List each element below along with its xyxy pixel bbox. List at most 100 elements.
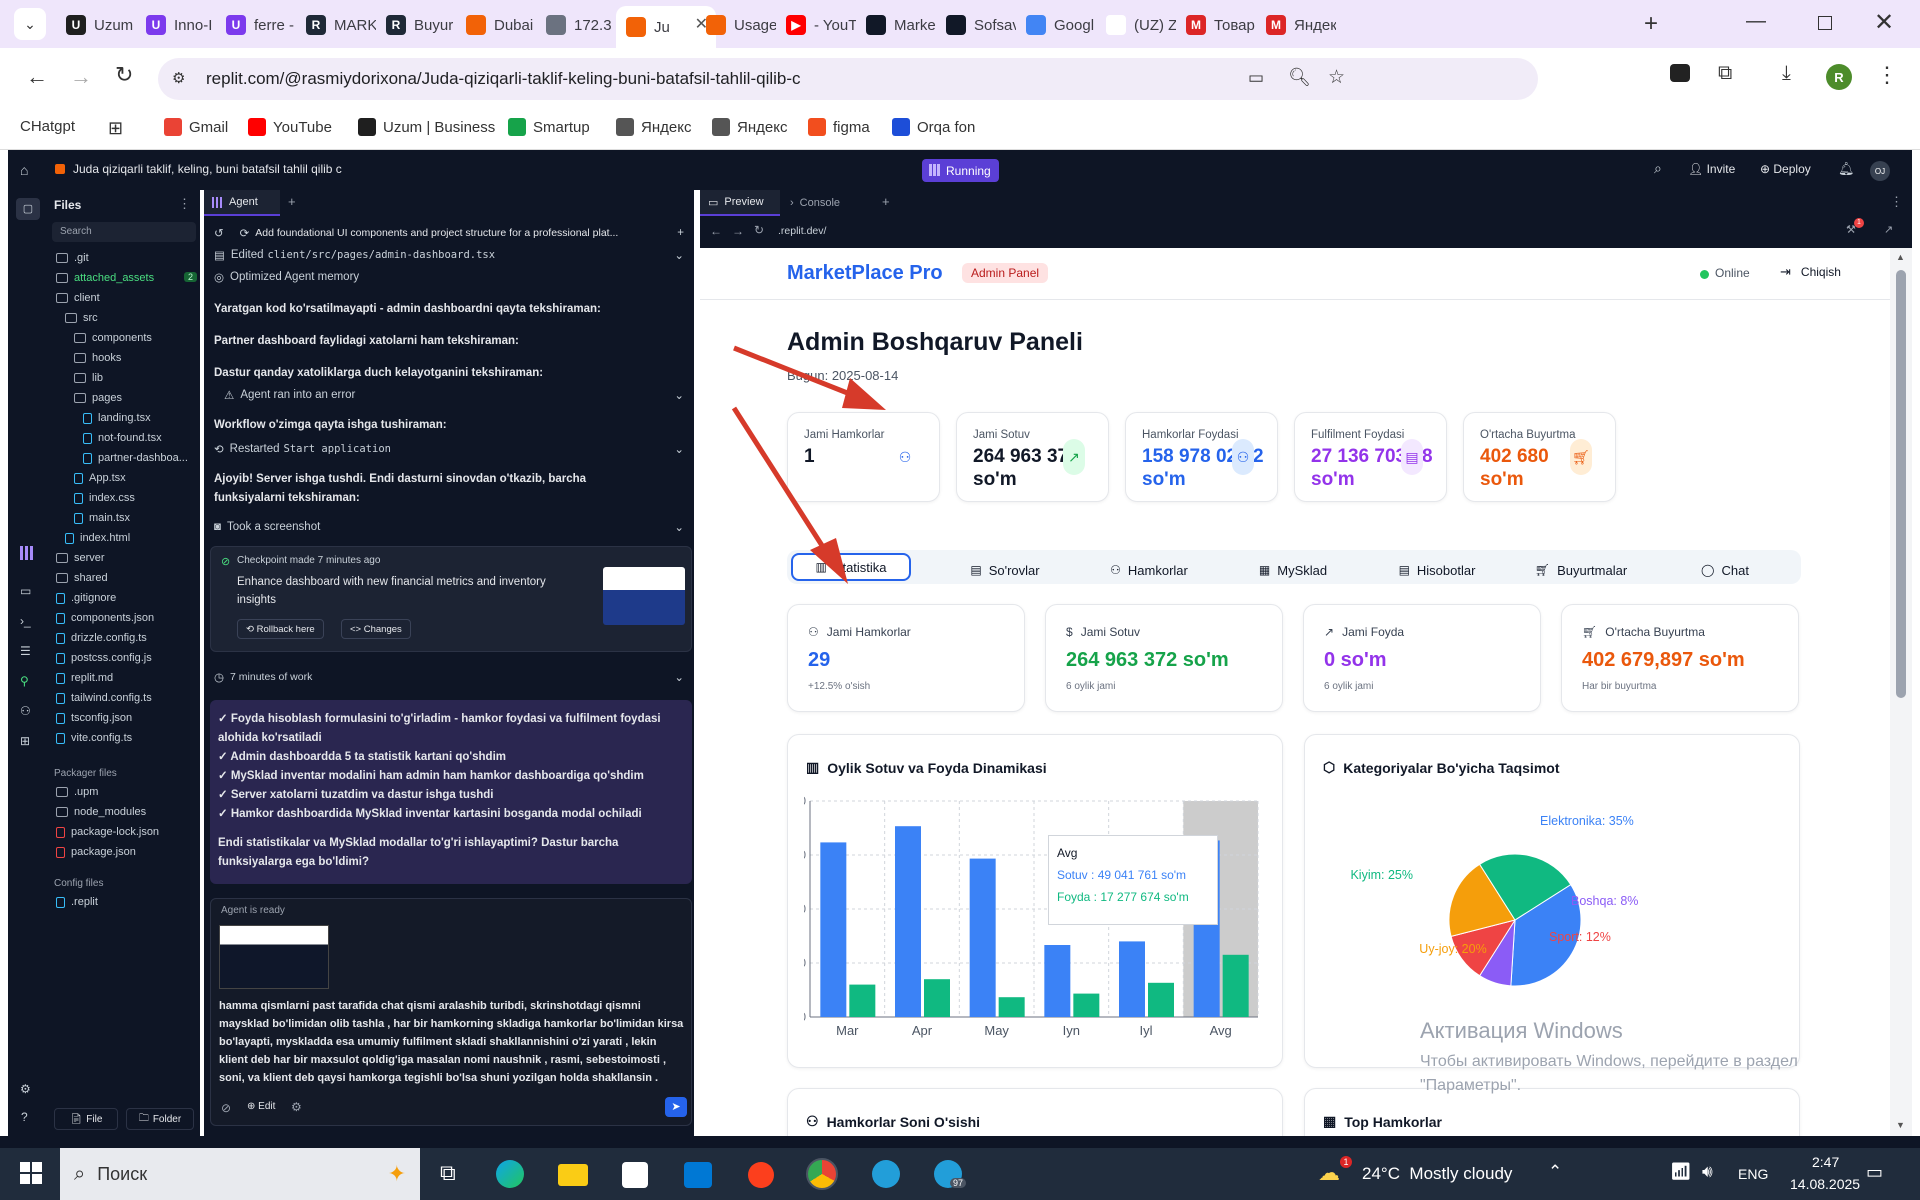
folder-item[interactable]: components <box>74 332 152 344</box>
checkpoint-thumbnail[interactable] <box>603 567 685 625</box>
folder-item[interactable]: attached_assets 2 <box>56 272 198 284</box>
folder-item[interactable]: lib <box>74 372 103 384</box>
tab-agent[interactable]: Agent <box>204 190 280 216</box>
file-item[interactable]: .replit <box>56 896 98 908</box>
search-icon[interactable]: ⌕ <box>1654 160 1662 177</box>
install-icon[interactable]: ▭ <box>1248 68 1264 88</box>
file-item[interactable]: index.html <box>65 532 130 544</box>
file-item[interactable]: index.css <box>74 492 135 504</box>
page-scrollbar[interactable]: ▲ ▼ <box>1890 248 1912 1136</box>
new-tab-button[interactable]: + <box>1644 10 1658 38</box>
clock-date[interactable]: 14.08.2025 <box>1790 1176 1860 1192</box>
back-icon[interactable]: ← <box>710 224 722 238</box>
browser-tab[interactable]: M Яндек <box>1256 8 1336 42</box>
file-item[interactable]: postcss.config.js <box>56 652 152 664</box>
tab-hamkorlar[interactable]: ⚇ Hamkorlar <box>1079 555 1219 585</box>
folder-item[interactable]: client <box>56 292 100 304</box>
file-item[interactable]: App.tsx <box>74 472 126 484</box>
repl-title[interactable]: Juda qiziqarli taklif, keling, buni bata… <box>73 162 342 176</box>
reload-icon[interactable]: ↻ <box>115 62 133 88</box>
zoom-icon[interactable]: 🔍︎ <box>1288 67 1311 88</box>
folder-item[interactable]: shared <box>56 572 108 584</box>
screenshot-row[interactable]: ◙ Took a screenshot ⌄ <box>214 520 684 534</box>
file-item[interactable]: package.json <box>56 846 136 858</box>
open-new-tab-icon[interactable]: ↗ <box>1884 223 1893 236</box>
file-item[interactable]: partner-dashboa... <box>83 452 188 464</box>
files-rail-icon[interactable]: ▢ <box>16 198 40 220</box>
bar-foyda[interactable] <box>998 997 1025 1017</box>
folder-item[interactable]: pages <box>74 392 122 404</box>
weather-text[interactable]: 24°C Mostly cloudy <box>1362 1164 1512 1184</box>
browser-tab[interactable]: Googl <box>1016 8 1096 42</box>
add-tab-icon[interactable]: + <box>288 194 296 209</box>
bar-sotuv[interactable] <box>969 858 996 1017</box>
omnibox[interactable]: ⚙ replit.com/@rasmiydorixona/Juda-qiziqa… <box>158 58 1538 100</box>
files-menu-icon[interactable]: ⋮ <box>178 196 191 212</box>
file-item[interactable]: tsconfig.json <box>56 712 132 724</box>
attach-icon[interactable]: ⊘ <box>221 1101 231 1115</box>
file-item[interactable]: main.tsx <box>74 512 130 524</box>
reload-icon[interactable]: ↻ <box>754 223 764 237</box>
edited-row[interactable]: ▤ Edited client/src/pages/admin-dashboar… <box>214 248 684 262</box>
file-item[interactable]: tailwind.config.ts <box>56 692 152 704</box>
tab-chat[interactable]: ◯ Chat <box>1655 555 1795 585</box>
maximize-button[interactable] <box>1818 16 1832 30</box>
start-button[interactable] <box>20 1162 42 1184</box>
settings-rail-icon[interactable]: ⚙ <box>20 1082 31 1096</box>
task-view-icon[interactable]: ⧉ <box>440 1160 456 1186</box>
browser-tab[interactable]: Uferre - <box>216 8 296 42</box>
invite-button[interactable]: 👤︎ Invite <box>1688 162 1735 176</box>
edge-icon[interactable] <box>496 1160 524 1188</box>
error-row[interactable]: ⚠ Agent ran into an error ⌄ <box>214 388 684 402</box>
bookmark-item[interactable]: Uzum | Business <box>358 118 495 136</box>
close-window-button[interactable]: ✕ <box>1874 8 1894 37</box>
bookmark-item[interactable]: Smartup <box>508 118 590 136</box>
bar-sotuv[interactable] <box>895 826 921 1017</box>
file-item[interactable]: package-lock.json <box>56 826 159 838</box>
folder-item[interactable]: server <box>56 552 105 564</box>
bookmark-item[interactable]: YouTube <box>248 118 332 136</box>
running-status-button[interactable]: Running <box>922 159 999 182</box>
tab-console[interactable]: › Console <box>790 190 840 216</box>
store-icon[interactable] <box>622 1162 648 1188</box>
bookmark-item[interactable]: Яндекс <box>616 118 691 136</box>
add-tab-icon[interactable]: + <box>882 194 890 209</box>
telegram-icon[interactable] <box>872 1160 900 1188</box>
database-rail-icon[interactable]: ☰ <box>20 644 31 658</box>
weather-icon[interactable]: ☁ <box>1318 1160 1340 1186</box>
history-row[interactable]: ↺ ⟳ Add foundational UI components and p… <box>214 226 684 240</box>
home-icon[interactable]: ⌂ <box>20 162 28 178</box>
outlook-icon[interactable] <box>684 1162 712 1188</box>
attached-screenshot[interactable] <box>219 925 329 989</box>
browser-tab[interactable]: U Inno-I <box>136 8 216 42</box>
notifications-icon[interactable]: ▭ <box>1866 1162 1883 1183</box>
bar-foyda[interactable] <box>1073 993 1100 1017</box>
browser-tab[interactable]: (UZ) Z <box>1096 8 1176 42</box>
forward-icon[interactable]: → <box>732 224 744 238</box>
file-search-input[interactable]: Search <box>52 222 196 242</box>
browser-tab[interactable]: R Buyur <box>376 8 456 42</box>
scroll-down-icon[interactable]: ▼ <box>1896 1120 1905 1130</box>
folder-item[interactable]: .git <box>56 252 89 264</box>
star-icon[interactable]: ☆ <box>1328 66 1345 89</box>
rollback-button[interactable]: ⟲ Rollback here <box>237 619 324 639</box>
file-item[interactable]: landing.tsx <box>83 412 151 424</box>
work-row[interactable]: ◷ 7 minutes of work ⌄ <box>214 670 684 684</box>
chrome-icon[interactable] <box>806 1158 838 1190</box>
browser-tab[interactable]: Sofsav <box>936 8 1016 42</box>
bar-sotuv[interactable] <box>1044 945 1071 1017</box>
browser-tab[interactable]: Marke <box>856 8 936 42</box>
send-button[interactable]: ➤ <box>665 1097 687 1117</box>
explorer-icon[interactable] <box>558 1164 588 1186</box>
preview-rail-icon[interactable]: ▭ <box>20 584 31 598</box>
folder-item[interactable]: src <box>65 312 98 324</box>
bookmark-item[interactable]: CHatgpt <box>20 118 75 135</box>
settings-sliders-icon[interactable]: ⚙ <box>291 1100 302 1114</box>
secrets-rail-icon[interactable]: ⚲ <box>20 674 29 688</box>
back-icon[interactable]: ← <box>26 64 48 90</box>
tray-chevron-icon[interactable]: ⌃ <box>1548 1162 1562 1182</box>
yandex-icon[interactable] <box>748 1162 774 1188</box>
apps-rail-icon[interactable]: ⊞ <box>20 734 30 748</box>
agent-rail-icon[interactable] <box>20 546 34 560</box>
network-icon[interactable]: 📶︎ <box>1670 1162 1692 1182</box>
